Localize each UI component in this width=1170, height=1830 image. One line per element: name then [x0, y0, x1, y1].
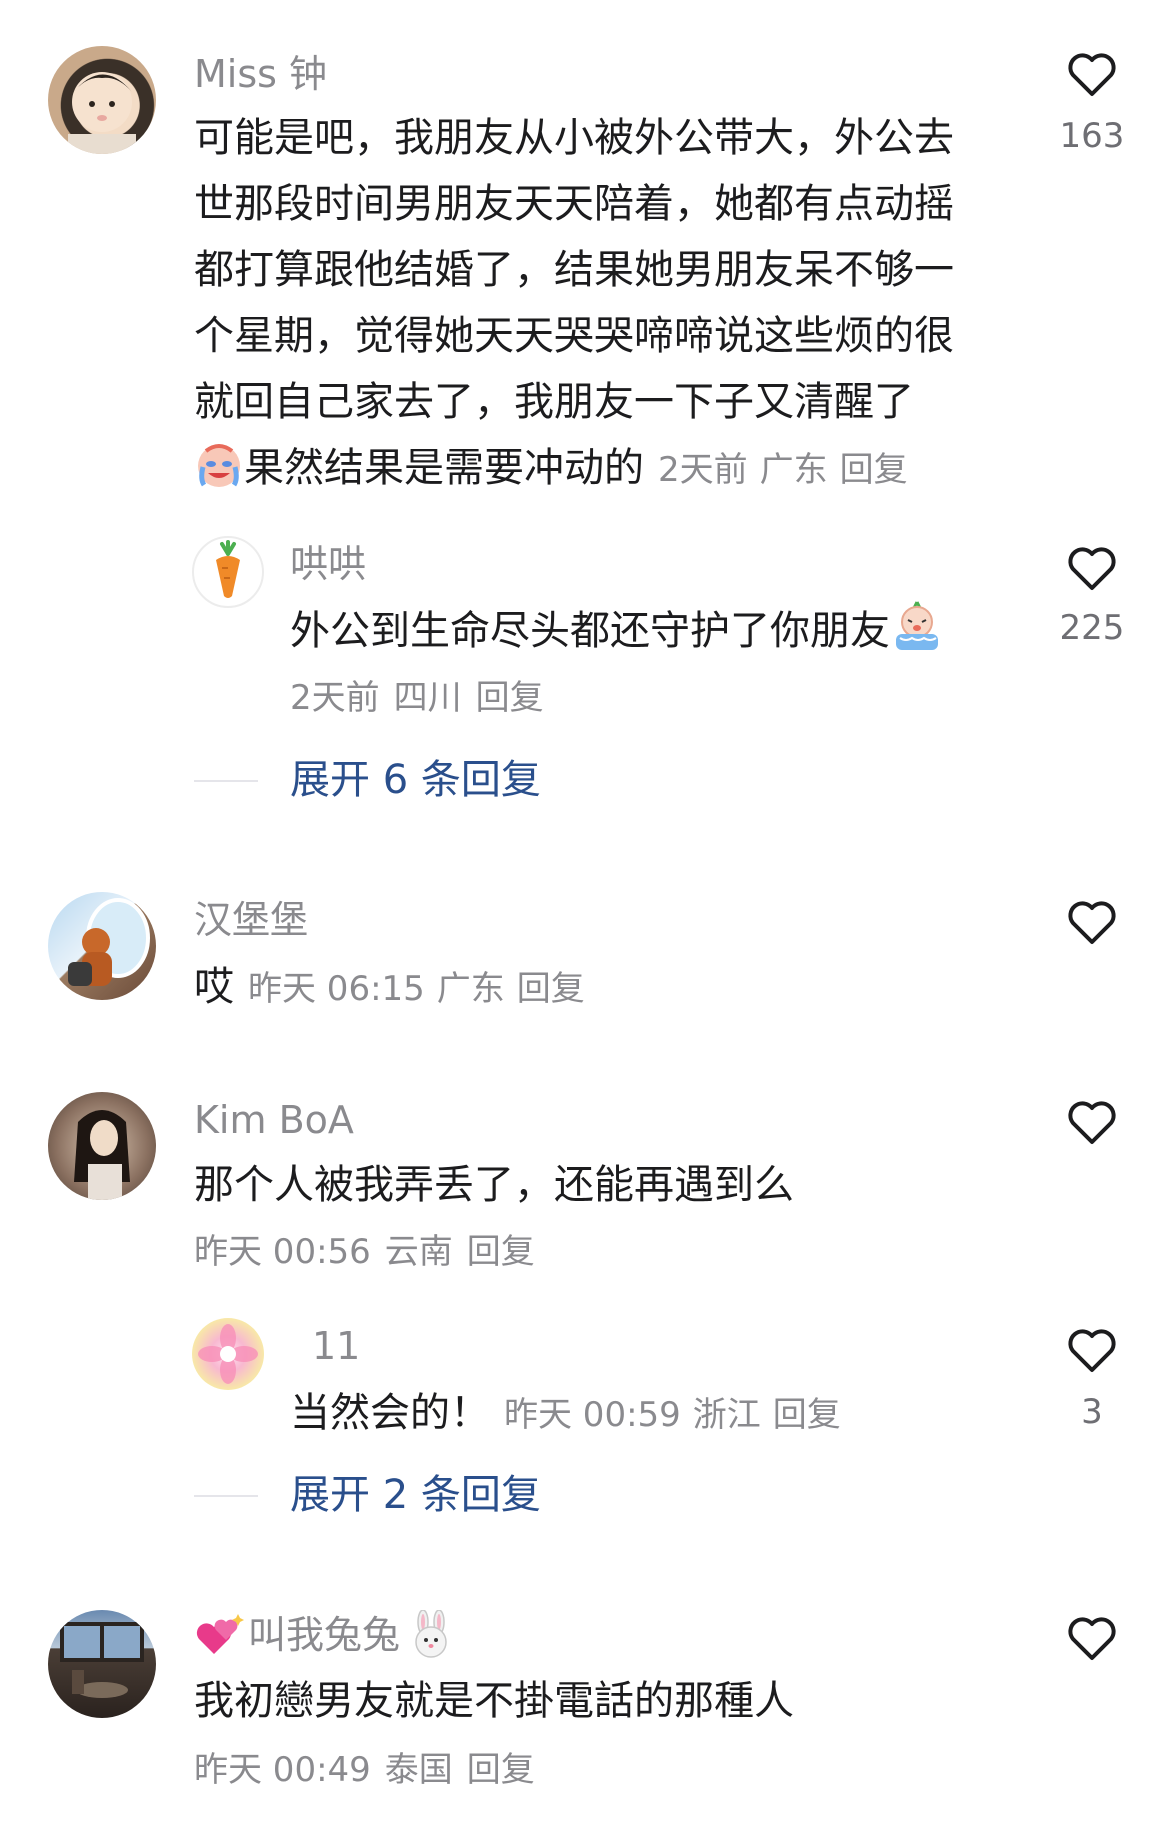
- avatar-hanbaobao[interactable]: [48, 892, 156, 1000]
- comment-meta: 昨天 00:56 云南 回复: [194, 1230, 549, 1274]
- reply-text-row: 外公到生命尽头都还守护了你朋友: [290, 598, 944, 672]
- heart-outline-icon[interactable]: [1066, 1098, 1118, 1146]
- reply-button[interactable]: 回复: [467, 1748, 535, 1792]
- comment-text-line: 世那段时间男朋友天天陪着，她都有点动摇: [194, 181, 954, 227]
- comment-location: 广东: [759, 450, 828, 490]
- comment-last-line: 果然结果是需要冲动的 2天前 广东 回复: [194, 435, 920, 509]
- portrait-photo-icon: [74, 1110, 130, 1200]
- comment-location: 云南: [384, 1232, 453, 1272]
- reply-button[interactable]: 回复: [840, 450, 908, 490]
- comment-text-line: 就回自己家去了，我朋友一下子又清醒了: [194, 379, 914, 425]
- reply-time: 2天前: [290, 678, 380, 718]
- reply-text-row: 当然会的！ 昨天 00:59 浙江 回复: [290, 1380, 853, 1448]
- comment-time: 昨天 06:15: [248, 969, 425, 1009]
- carrot-icon: [216, 540, 240, 598]
- comment-time: 昨天 00:56: [194, 1232, 371, 1272]
- airplane-window-photo-icon: [68, 898, 150, 986]
- comment-meta: 昨天 00:49 泰国 回复: [194, 1748, 549, 1792]
- reply-text: 外公到生命尽头都还守护了你朋友: [290, 608, 890, 654]
- comment-text-line: 可能是吧，我朋友从小被外公带大，外公去: [194, 115, 954, 161]
- like-count: 225: [1059, 608, 1125, 648]
- room-window-photo-icon: [60, 1622, 144, 1698]
- reply-button[interactable]: 回复: [773, 1395, 841, 1435]
- comment-text-line: 都打算跟他结婚了，结果她男朋友呆不够一: [194, 247, 954, 293]
- reply-location: 浙江: [692, 1395, 761, 1435]
- avatar-kim-boa[interactable]: [48, 1092, 156, 1200]
- reply-button[interactable]: 回复: [517, 969, 585, 1009]
- comment-meta: 2天前 广东 回复: [658, 450, 920, 490]
- reply-username[interactable]: 11: [312, 1322, 360, 1370]
- comment-time: 昨天 00:49: [194, 1750, 371, 1790]
- comment-text: 我初戀男友就是不掛電話的那種人: [194, 1678, 794, 1724]
- comment-username[interactable]: 汉堡堡: [194, 896, 308, 944]
- reply-time: 昨天 00:59: [504, 1395, 681, 1435]
- like-count: 3: [1081, 1392, 1103, 1432]
- comment-username[interactable]: Miss 钟: [194, 50, 327, 98]
- expand-divider: [194, 780, 258, 782]
- avatar-11[interactable]: [192, 1318, 264, 1390]
- reply-button[interactable]: 回复: [476, 676, 544, 720]
- comment-text: 那个人被我弄丢了，还能再遇到么: [194, 1162, 794, 1208]
- comment-location: 广东: [436, 969, 505, 1009]
- expand-replies-button[interactable]: 展开 2 条回复: [290, 1470, 541, 1520]
- comment-time: 2天前: [658, 450, 748, 490]
- expand-divider: [194, 1495, 258, 1497]
- rabbit-face-emoji: [415, 1610, 447, 1658]
- comment-text: 哎: [194, 964, 234, 1010]
- comment-username[interactable]: 叫我兔兔: [248, 1611, 400, 1659]
- carrot-avatar[interactable]: [192, 536, 264, 608]
- comment-meta: 昨天 06:15 广东 回复: [248, 969, 597, 1009]
- like-count: 163: [1059, 116, 1125, 156]
- flower-avatar-icon: [198, 1324, 258, 1384]
- baby-photo-icon: [68, 72, 136, 154]
- heart-outline-icon[interactable]: [1066, 50, 1118, 98]
- reply-button[interactable]: 回复: [467, 1230, 535, 1274]
- heart-outline-icon[interactable]: [1066, 898, 1118, 946]
- comment-location: 泰国: [384, 1750, 453, 1790]
- heart-outline-icon[interactable]: [1066, 1614, 1118, 1662]
- heart-outline-icon[interactable]: [1066, 544, 1118, 592]
- comment-text-row: 哎昨天 06:15 广东 回复: [194, 954, 597, 1022]
- sparkling-heart-emoji: [196, 1614, 244, 1654]
- reply-meta: 昨天 00:59 浙江 回复: [504, 1395, 853, 1435]
- crying-bun-emoji: [890, 598, 944, 672]
- crying-face-emoji: [194, 439, 244, 509]
- comment-text-line: 个星期，觉得她天天哭哭啼啼说这些烦的很: [194, 313, 954, 359]
- avatar-miss-zhong[interactable]: [48, 46, 156, 154]
- reply-meta: 2天前 四川 回复: [290, 676, 558, 720]
- comment-text-end: 果然结果是需要冲动的: [244, 445, 644, 491]
- comment-username[interactable]: Kim BoA: [194, 1096, 354, 1144]
- reply-text: 当然会的！: [290, 1390, 490, 1436]
- expand-replies-button[interactable]: 展开 6 条回复: [290, 755, 541, 805]
- avatar-jiaowo-tutu[interactable]: [48, 1610, 156, 1718]
- comment-username-row: 叫我兔兔: [194, 1610, 456, 1660]
- reply-username[interactable]: 哄哄: [290, 540, 366, 588]
- heart-outline-icon[interactable]: [1066, 1326, 1118, 1374]
- reply-location: 四川: [393, 678, 462, 718]
